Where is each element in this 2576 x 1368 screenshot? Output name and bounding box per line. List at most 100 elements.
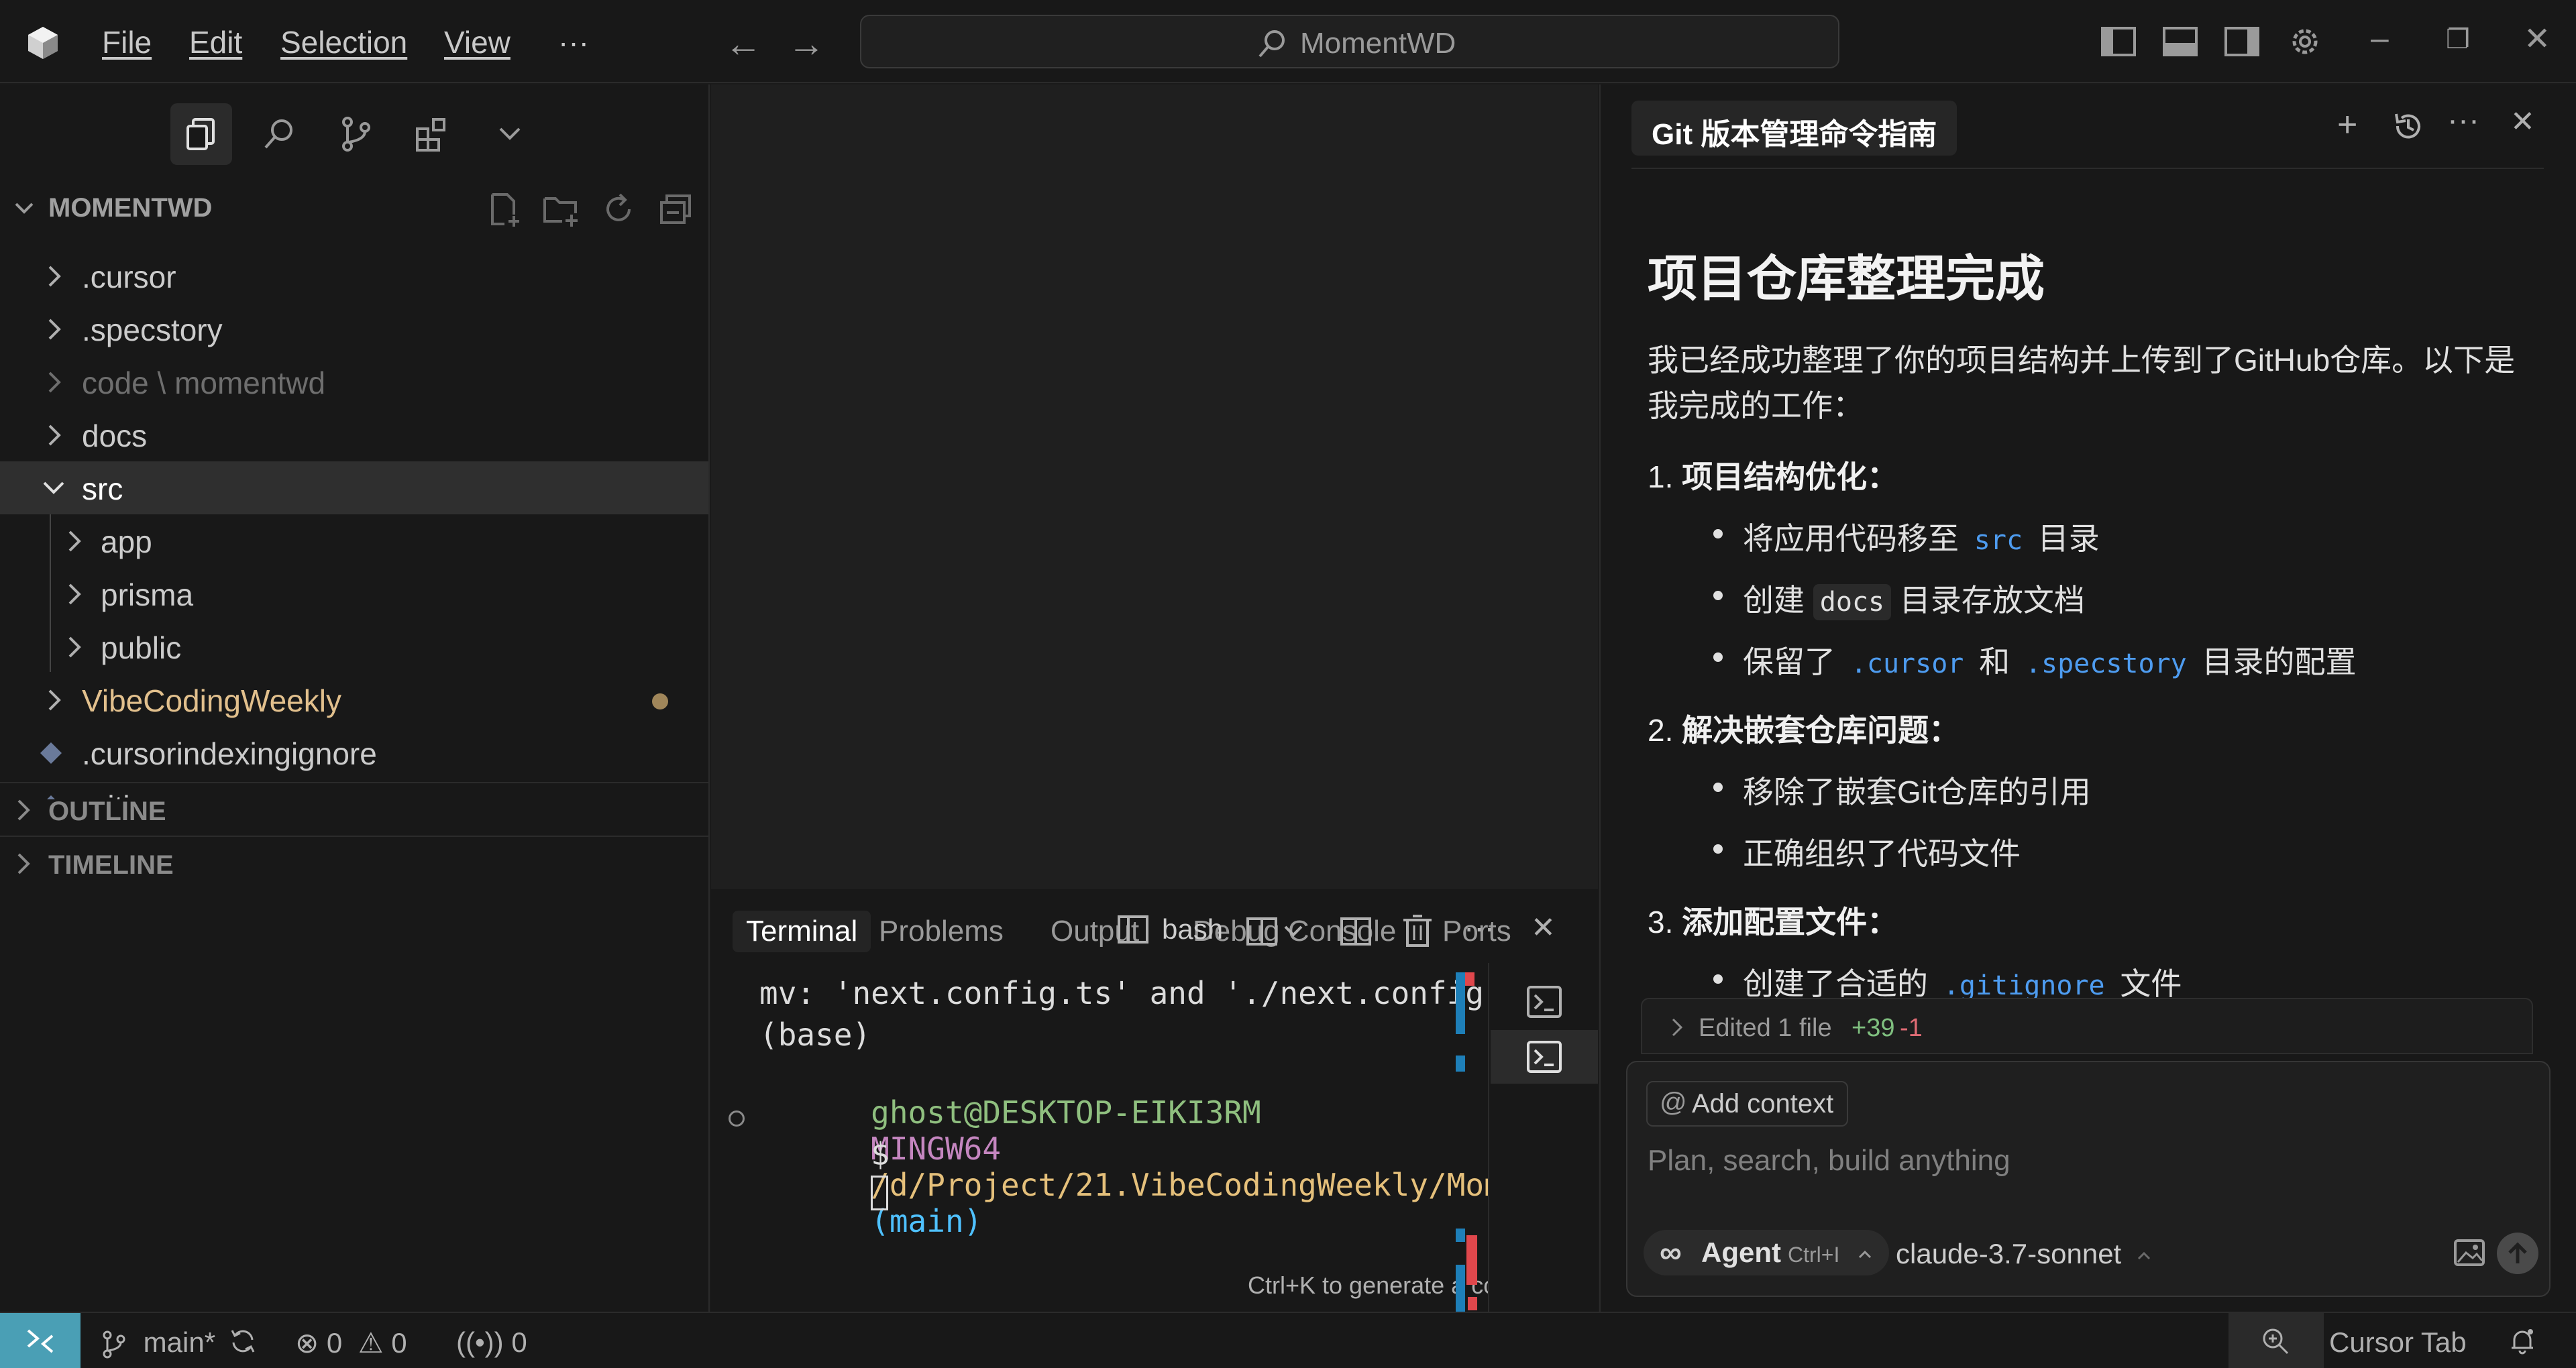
send-button[interactable]	[2497, 1233, 2538, 1274]
section-2-title: 2. 解决嵌套仓库问题：	[1648, 713, 1960, 748]
tree-item-code-momentwd[interactable]: code \ momentwd	[0, 355, 708, 408]
trash-icon[interactable]	[1401, 913, 1434, 950]
tree-item-cursor[interactable]: .cursor	[0, 249, 708, 302]
chat-input[interactable]: Plan, search, build anything	[1648, 1144, 2010, 1178]
more-views-tab[interactable]	[479, 103, 541, 165]
split-terminal-dropdown-icon[interactable]	[1245, 915, 1308, 948]
list-item: 保留了 .cursor 和 .specstory 目录的配置	[1713, 638, 2540, 682]
tree-item-vibecodingweekly[interactable]: VibeCodingWeekly	[0, 673, 708, 726]
toggle-panel-icon[interactable]	[2161, 23, 2199, 60]
sync-icon[interactable]	[228, 1326, 258, 1356]
command-center-search[interactable]: MomentWD	[860, 15, 1839, 68]
restore-icon[interactable]: ❐	[2446, 24, 2470, 55]
terminal-instance-2[interactable]	[1491, 1030, 1598, 1084]
close-window-icon[interactable]: ✕	[2524, 20, 2551, 58]
terminal-instance-1[interactable]	[1491, 978, 1598, 1027]
warning-icon: ⚠	[358, 1327, 384, 1359]
chevron-right-icon	[68, 636, 81, 658]
forward-arrow-icon[interactable]: →	[788, 21, 825, 65]
infinity-icon: ∞	[1660, 1235, 1682, 1269]
chevron-right-icon	[48, 266, 61, 287]
explorer-title: MOMENTWD	[48, 193, 213, 223]
menu-view[interactable]: View	[444, 24, 511, 60]
collapse-all-icon[interactable]	[657, 190, 695, 228]
error-count: 0	[326, 1327, 343, 1359]
toggle-secondary-sidebar-icon[interactable]	[2223, 23, 2261, 60]
new-file-icon[interactable]	[486, 190, 523, 228]
ports-indicator[interactable]: ((•)) 0	[456, 1326, 527, 1359]
search-tab[interactable]	[248, 103, 310, 165]
more-actions-icon[interactable]: ···	[1464, 909, 1495, 946]
history-icon[interactable]	[2391, 109, 2426, 144]
terminal-shell-selector[interactable]: bash	[1116, 909, 1223, 950]
edited-label: Edited 1 file	[1699, 1014, 1832, 1042]
message-intro: 我已经成功整理了你的项目结构并上传到了GitHub仓库。以下是我完成的工作：	[1648, 343, 2516, 423]
edited-files-summary[interactable]: Edited 1 file +39 -1	[1641, 998, 2533, 1054]
new-chat-icon[interactable]: +	[2337, 105, 2357, 145]
explorer-tab[interactable]	[170, 103, 232, 165]
problems-indicator[interactable]: ⊗ 0 ⚠ 0	[295, 1326, 407, 1359]
new-folder-icon[interactable]	[542, 190, 580, 228]
search-icon	[1258, 30, 1285, 58]
lines-added: +39	[1851, 1014, 1895, 1042]
add-context-button[interactable]: @ Add context	[1646, 1081, 1849, 1127]
chevron-right-icon	[48, 689, 61, 711]
inline-code: .specstory	[2025, 648, 2187, 679]
refresh-icon[interactable]	[600, 190, 637, 228]
toggle-primary-sidebar-icon[interactable]	[2100, 23, 2137, 60]
menu-selection[interactable]: Selection	[280, 24, 407, 60]
remote-indicator[interactable]	[0, 1313, 80, 1368]
tree-item-src[interactable]: src	[0, 461, 708, 514]
list-item: 正确组织了代码文件	[1713, 830, 2540, 874]
editor-area[interactable]	[711, 84, 1598, 889]
close-panel-icon[interactable]: ✕	[1531, 911, 1556, 945]
tab-problems[interactable]: Problems	[879, 915, 1004, 948]
chevron-down-icon	[43, 481, 64, 494]
menu-more[interactable]: ···	[558, 24, 589, 60]
tree-item-cursorindexingignore[interactable]: .cursorindexingignore	[0, 726, 708, 779]
outline-section-header[interactable]: OUTLINE	[0, 782, 708, 834]
agent-mode-selector[interactable]: ∞ Agent Ctrl+I	[1644, 1230, 1890, 1275]
terminal-list	[1488, 963, 1598, 1312]
source-control-tab[interactable]	[325, 103, 386, 165]
chat-tab-title[interactable]: Git 版本管理命令指南	[1631, 101, 1957, 156]
lines-removed: -1	[1900, 1014, 1923, 1042]
command-decoration-icon	[729, 1110, 745, 1127]
minimize-icon[interactable]: –	[2371, 20, 2389, 57]
primary-sidebar: MOMENTWD .cursor .specstory code \ momen…	[0, 84, 710, 1312]
terminal-user: ghost@DESKTOP-EIKI3RM	[871, 1094, 1261, 1131]
tree-item-docs[interactable]: docs	[0, 408, 708, 461]
explorer-header[interactable]: MOMENTWD	[0, 178, 710, 232]
chevron-right-icon	[48, 424, 61, 446]
terminal-input-line[interactable]: $	[759, 1100, 890, 1247]
cursor-tab-status[interactable]: Cursor Tab	[2329, 1326, 2467, 1359]
terminal-cursor	[871, 1175, 889, 1210]
extensions-tab[interactable]	[401, 103, 463, 165]
tree-item-app[interactable]: app	[0, 514, 708, 567]
gear-icon[interactable]	[2286, 23, 2324, 60]
chevron-right-icon	[17, 799, 30, 821]
close-chat-icon[interactable]: ✕	[2510, 105, 2535, 139]
terminal-scrollbar[interactable]	[1456, 972, 1477, 1314]
tree-item-specstory[interactable]: .specstory	[0, 302, 708, 355]
split-terminal-icon[interactable]	[1339, 915, 1373, 948]
tree-item-label: .specstory	[82, 312, 223, 347]
menu-file[interactable]: File	[102, 24, 152, 60]
tree-item-public[interactable]: public	[0, 620, 708, 673]
terminal-env: MINGW64	[871, 1131, 1002, 1167]
branch-indicator[interactable]: main*	[99, 1326, 215, 1359]
timeline-section-header[interactable]: TIMELINE	[0, 836, 708, 888]
tab-terminal[interactable]: Terminal	[733, 911, 871, 952]
notification-bell-icon[interactable]	[2506, 1325, 2538, 1357]
back-arrow-icon[interactable]: ←	[724, 21, 762, 65]
tree-item-label: VibeCodingWeekly	[82, 683, 341, 718]
image-upload-icon[interactable]	[2453, 1238, 2486, 1267]
model-selector[interactable]: claude-3.7-sonnet	[1896, 1238, 2152, 1270]
tree-item-label: app	[101, 524, 152, 559]
remote-icon	[27, 1329, 54, 1353]
zoom-button[interactable]	[2229, 1313, 2324, 1368]
tree-item-label: .cursorindexingignore	[82, 736, 377, 771]
menu-edit[interactable]: Edit	[189, 24, 242, 60]
tree-item-prisma[interactable]: prisma	[0, 567, 708, 620]
more-actions-icon[interactable]: ···	[2447, 102, 2479, 139]
